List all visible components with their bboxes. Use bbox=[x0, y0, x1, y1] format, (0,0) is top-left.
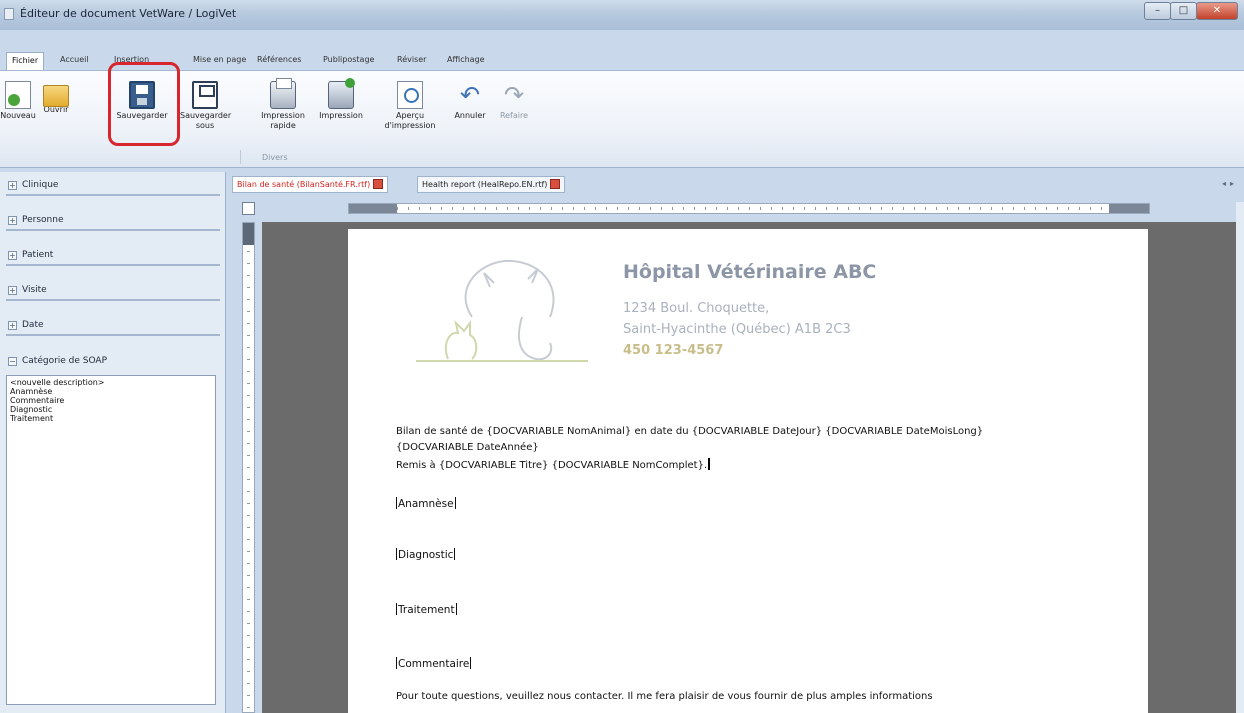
doc-tab-bilan[interactable]: Bilan de santé (BilanSanté.FR.rtf) bbox=[232, 176, 389, 193]
section-date-label: Date bbox=[22, 320, 44, 330]
print-preview-button[interactable]: Aperçu d'impression bbox=[382, 77, 438, 147]
minimize-icon[interactable]: – bbox=[1144, 2, 1171, 20]
list-item[interactable]: Diagnostic bbox=[10, 405, 212, 414]
expand-icon[interactable]: + bbox=[8, 321, 17, 330]
tab-reviser[interactable]: Réviser bbox=[392, 52, 431, 70]
tab-publipostage[interactable]: Publipostage bbox=[318, 52, 379, 70]
tab-accueil[interactable]: Accueil bbox=[55, 52, 94, 70]
section-personne[interactable]: + Personne bbox=[6, 209, 220, 231]
intro-line-2: {DOCVARIABLE DateAnnée} bbox=[396, 442, 539, 453]
section-visite[interactable]: + Visite bbox=[6, 279, 220, 301]
window-title: Éditeur de document VetWare / LogiVet bbox=[20, 7, 237, 20]
tab-mise-en-page[interactable]: Mise en page bbox=[188, 52, 251, 70]
list-item[interactable]: Anamnèse bbox=[10, 387, 212, 396]
tab-fichier[interactable]: Fichier bbox=[6, 52, 45, 71]
list-item[interactable]: <nouvelle description> bbox=[10, 378, 212, 387]
tab-references[interactable]: Références bbox=[252, 52, 306, 70]
print-button[interactable]: Impression bbox=[316, 77, 366, 147]
document-tab-bar: Bilan de santé (BilanSanté.FR.rtf) Healt… bbox=[230, 176, 1244, 194]
quick-print-label-line2: rapide bbox=[270, 121, 296, 130]
field-traitement[interactable]: Traitement bbox=[396, 603, 457, 616]
tab-stop-selector[interactable] bbox=[242, 202, 255, 215]
redo-label: Refaire bbox=[499, 111, 529, 120]
section-personne-label: Personne bbox=[22, 215, 64, 225]
print-preview-label-line1: Aperçu bbox=[395, 111, 425, 120]
undo-button[interactable]: ↶ Annuler bbox=[452, 77, 488, 147]
new-document-icon bbox=[5, 81, 31, 109]
left-panel: + Clinique + Personne + Patient + Visite + Da… bbox=[0, 172, 226, 713]
app-icon bbox=[4, 8, 14, 20]
section-date[interactable]: + Date bbox=[6, 314, 220, 336]
new-button[interactable]: Nouveau bbox=[0, 77, 36, 147]
close-tab-icon[interactable] bbox=[550, 179, 561, 189]
vertical-scrollbar[interactable] bbox=[1236, 202, 1244, 713]
ribbon-group-label: Divers bbox=[262, 153, 288, 162]
save-as-button[interactable]: Sauvegarder sous bbox=[180, 77, 232, 147]
clinic-logo bbox=[416, 259, 588, 362]
document-page[interactable]: Hôpital Vétérinaire ABC 1234 Boul. Choqu… bbox=[348, 229, 1148, 713]
print-icon bbox=[328, 78, 355, 109]
address-line-2: Saint-Hyacinthe (Québec) A1B 2C3 bbox=[623, 322, 851, 337]
redo-icon: ↷ bbox=[503, 81, 525, 109]
expand-icon[interactable]: + bbox=[8, 286, 17, 295]
field-commentaire[interactable]: Commentaire bbox=[396, 657, 471, 670]
section-patient[interactable]: + Patient bbox=[6, 244, 220, 266]
save-button-highlight bbox=[108, 62, 180, 146]
intro-line-3-text: Remis à {DOCVARIABLE Titre} {DOCVARIABLE… bbox=[396, 460, 708, 471]
section-patient-label: Patient bbox=[22, 250, 54, 260]
undo-label: Annuler bbox=[454, 111, 486, 120]
doc-tab-label: Bilan de santé (BilanSanté.FR.rtf) bbox=[237, 180, 371, 189]
closing-text: Pour toute questions, veuillez nous cont… bbox=[396, 691, 933, 702]
text-caret bbox=[708, 458, 711, 470]
ribbon-tab-bar: Fichier Accueil Insertion Mise en page R… bbox=[0, 52, 1244, 71]
field-anamnese[interactable]: Anamnèse bbox=[396, 497, 456, 510]
collapse-icon[interactable]: − bbox=[8, 357, 17, 366]
close-tab-icon[interactable] bbox=[373, 179, 384, 189]
doc-tab-label: Health report (HealRepo.EN.rtf) bbox=[422, 180, 548, 189]
open-button[interactable]: Ouvrir bbox=[38, 77, 74, 147]
close-icon[interactable]: ✕ bbox=[1196, 2, 1238, 20]
expand-icon[interactable]: + bbox=[8, 216, 17, 225]
ribbon-divider bbox=[240, 150, 241, 164]
new-label: Nouveau bbox=[0, 111, 36, 120]
address-line-1: 1234 Boul. Choquette, bbox=[623, 301, 770, 316]
intro-line-3: Remis à {DOCVARIABLE Titre} {DOCVARIABLE… bbox=[396, 458, 711, 471]
intro-line-1: Bilan de santé de {DOCVARIABLE NomAnimal… bbox=[396, 426, 984, 437]
quick-print-button[interactable]: Impression rapide bbox=[258, 77, 308, 147]
soap-category-list[interactable]: <nouvelle description> Anamnèse Commenta… bbox=[6, 375, 216, 705]
section-soap[interactable]: − Catégorie de SOAP bbox=[6, 350, 220, 372]
print-preview-icon bbox=[397, 81, 423, 109]
list-item[interactable]: Traitement bbox=[10, 414, 212, 423]
quick-print-label-line1: Impression bbox=[261, 111, 305, 120]
section-clinique-label: Clinique bbox=[22, 180, 59, 190]
hospital-phone: 450 123-4567 bbox=[623, 343, 724, 358]
save-as-label-line1: Sauvegarder bbox=[180, 111, 232, 120]
window-controls: – □ ✕ bbox=[1144, 2, 1238, 22]
folder-open-icon bbox=[43, 85, 69, 107]
doc-tab-health-report[interactable]: Health report (HealRepo.EN.rtf) bbox=[417, 176, 566, 193]
vertical-ruler[interactable] bbox=[242, 222, 255, 713]
save-as-icon bbox=[192, 81, 218, 109]
section-clinique[interactable]: + Clinique bbox=[6, 174, 220, 196]
ribbon: Nouveau Ouvrir Sauvegarder Sauvegarder s… bbox=[0, 70, 1244, 168]
section-soap-label: Catégorie de SOAP bbox=[22, 356, 108, 366]
tab-scroll-arrows-icon[interactable]: ◂▸ bbox=[1222, 179, 1238, 188]
quick-print-icon bbox=[270, 78, 296, 109]
hospital-name: Hôpital Vétérinaire ABC bbox=[623, 261, 877, 283]
tab-affichage[interactable]: Affichage bbox=[442, 52, 490, 70]
section-visite-label: Visite bbox=[22, 285, 47, 295]
redo-button[interactable]: ↷ Refaire bbox=[496, 77, 532, 147]
expand-icon[interactable]: + bbox=[8, 181, 17, 190]
print-label: Impression bbox=[319, 111, 363, 120]
list-item[interactable]: Commentaire bbox=[10, 396, 212, 405]
title-bar: Éditeur de document VetWare / LogiVet – … bbox=[0, 0, 1244, 30]
expand-icon[interactable]: + bbox=[8, 251, 17, 260]
undo-icon: ↶ bbox=[459, 81, 481, 109]
maximize-icon[interactable]: □ bbox=[1170, 2, 1197, 20]
field-diagnostic[interactable]: Diagnostic bbox=[396, 548, 455, 561]
save-as-label-line2: sous bbox=[195, 121, 215, 130]
print-preview-label-line2: d'impression bbox=[384, 121, 436, 130]
horizontal-ruler[interactable] bbox=[348, 203, 1150, 214]
